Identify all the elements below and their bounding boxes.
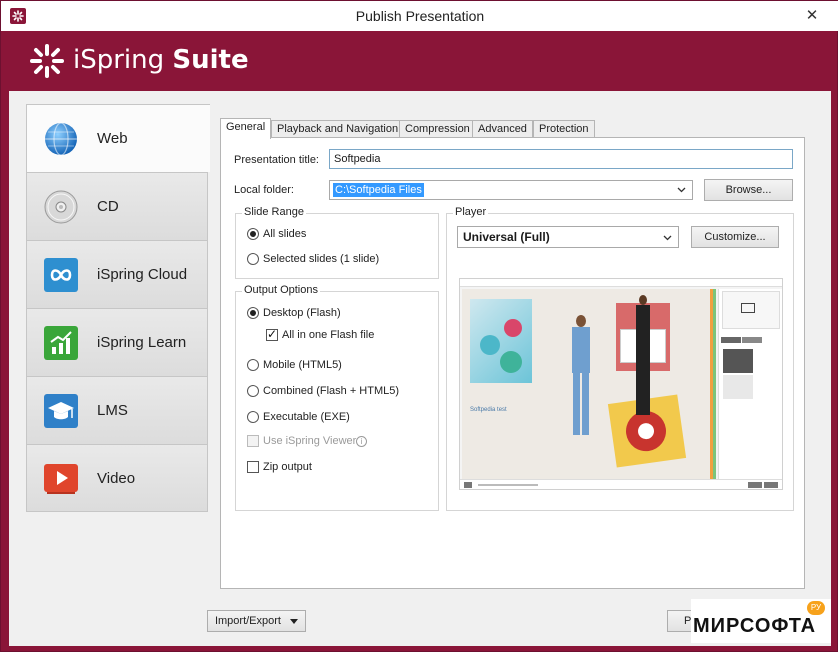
selected-slides-radio[interactable] <box>247 253 259 265</box>
ispring-logo-icon <box>30 44 64 78</box>
chart-icon <box>43 325 79 361</box>
dropdown-arrow-icon <box>290 618 299 624</box>
disc-icon <box>43 189 79 225</box>
window-title: Publish Presentation <box>355 8 485 24</box>
output-options-title: Output Options <box>242 284 320 296</box>
info-icon[interactable]: i <box>356 436 367 447</box>
sidebar-item-web[interactable]: Web <box>26 104 210 172</box>
player-group: Player Universal (Full) Customize... Sof… <box>446 206 794 511</box>
presentation-title-label: Presentation title: <box>234 154 319 166</box>
all-in-one-flash-checkbox[interactable] <box>266 327 278 341</box>
selected-slides-label: Selected slides (1 slide) <box>263 253 380 265</box>
player-preview: Softpedia test <box>459 278 783 490</box>
content-area: Web CD iSpring Cloud iSpring Learn LMS V… <box>9 91 831 646</box>
mobile-html5-label: Mobile (HTML5) <box>263 359 342 371</box>
preview-top-bar <box>460 279 782 287</box>
sidebar-item-label: Web <box>97 130 128 147</box>
preview-man <box>636 295 650 415</box>
all-slides-label: All slides <box>263 228 307 240</box>
sidebar-item-label: Video <box>97 470 136 487</box>
slide-range-group: Slide Range All slides Selected slides (… <box>235 206 439 279</box>
zip-output-label: Zip output <box>263 461 312 473</box>
cloud-infinity-icon <box>43 257 79 293</box>
watermark-logo: МИРСОФТА РУ <box>691 599 831 643</box>
slide-range-title: Slide Range <box>242 206 306 218</box>
preview-presenter <box>570 315 592 439</box>
watermark-text: МИРСОФТА <box>693 615 817 637</box>
sidebar-item-lms[interactable]: LMS <box>26 376 208 444</box>
customize-button[interactable]: Customize... <box>691 226 779 248</box>
zip-output-checkbox[interactable] <box>247 461 259 473</box>
brand-name: iSpring Suite <box>73 45 249 75</box>
combined-label: Combined (Flash + HTML5) <box>263 385 400 397</box>
player-select-value: Universal (Full) <box>463 230 550 244</box>
all-in-one-flash-label: All in one Flash file <box>282 329 375 341</box>
mobile-html5-radio[interactable] <box>247 359 259 371</box>
general-tab-panel: Presentation title: Softpedia Local fold… <box>220 137 805 589</box>
player-title: Player <box>453 206 489 218</box>
sidebar-item-video[interactable]: Video <box>26 444 208 512</box>
output-options-group: Output Options Desktop (Flash) All in on… <box>235 284 439 511</box>
chevron-down-icon <box>677 187 686 193</box>
preview-side-panel <box>718 289 782 479</box>
close-button[interactable]: ✕ <box>801 6 823 26</box>
publish-target-sidebar: Web CD iSpring Cloud iSpring Learn LMS V… <box>26 104 210 514</box>
sidebar-item-cd[interactable]: CD <box>26 172 208 240</box>
use-ispring-viewer-checkbox[interactable] <box>247 435 259 447</box>
watermark-badge: РУ <box>807 601 825 615</box>
chevron-down-icon <box>663 235 672 241</box>
all-slides-radio[interactable] <box>247 228 259 240</box>
executable-label: Executable (EXE) <box>263 411 350 423</box>
sidebar-item-label: CD <box>97 198 119 215</box>
graduation-cap-icon <box>43 393 79 429</box>
brand-banner: iSpring Suite <box>9 31 831 91</box>
presentation-title-input[interactable]: Softpedia <box>329 149 793 169</box>
browse-button[interactable]: Browse... <box>704 179 793 201</box>
preview-flasks-image <box>470 299 532 383</box>
local-folder-combo[interactable]: C:\Softpedia Files <box>329 180 693 200</box>
tab-general[interactable]: General <box>220 118 272 139</box>
globe-icon <box>43 121 79 157</box>
preview-caption: Softpedia test <box>470 407 507 413</box>
preview-slide: Softpedia test <box>462 289 710 479</box>
publish-window: Publish Presentation ✕ iSpring Suite Web… <box>0 0 838 652</box>
title-bar: Publish Presentation ✕ <box>1 1 838 31</box>
combined-radio[interactable] <box>247 385 259 397</box>
video-play-icon <box>43 461 79 497</box>
sidebar-item-ispring-learn[interactable]: iSpring Learn <box>26 308 208 376</box>
executable-radio[interactable] <box>247 411 259 423</box>
use-ispring-viewer-label: Use iSpring Viewer <box>263 435 357 447</box>
sidebar-item-label: iSpring Learn <box>97 334 187 351</box>
desktop-flash-radio[interactable] <box>247 307 259 319</box>
sidebar-item-label: iSpring Cloud <box>97 266 188 283</box>
preview-controls-bar <box>460 479 782 489</box>
player-select[interactable]: Universal (Full) <box>457 226 679 248</box>
local-folder-value: C:\Softpedia Files <box>333 183 424 197</box>
sidebar-item-label: LMS <box>97 402 128 419</box>
local-folder-label: Local folder: <box>234 184 294 196</box>
sidebar-item-ispring-cloud[interactable]: iSpring Cloud <box>26 240 208 308</box>
desktop-flash-label: Desktop (Flash) <box>263 307 341 319</box>
import-export-button[interactable]: Import/Export <box>207 610 306 632</box>
